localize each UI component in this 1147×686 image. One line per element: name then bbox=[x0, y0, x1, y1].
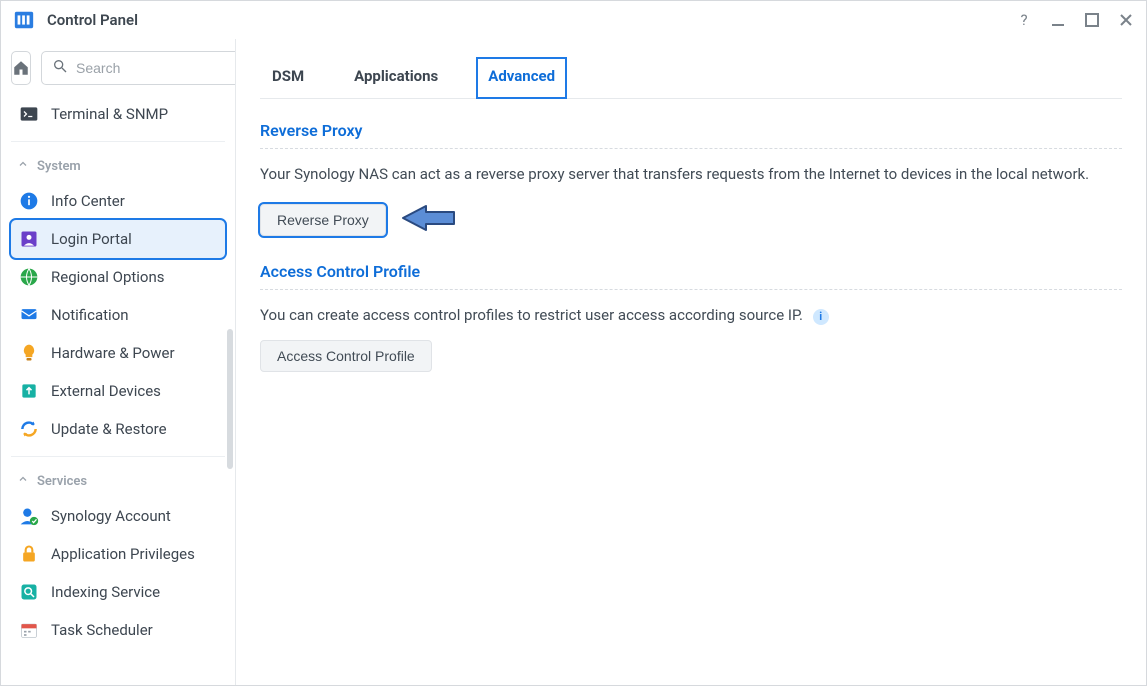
app-icon bbox=[13, 9, 35, 31]
minimize-icon[interactable] bbox=[1050, 12, 1066, 28]
calendar-icon bbox=[19, 620, 39, 640]
sidebar-group-services[interactable]: Services bbox=[11, 465, 225, 497]
section-reverse-proxy: Reverse Proxy Your Synology NAS can act … bbox=[260, 121, 1122, 240]
divider bbox=[11, 456, 225, 457]
titlebar: Control Panel ? bbox=[1, 1, 1146, 39]
sidebar-item-label: Terminal & SNMP bbox=[51, 105, 168, 123]
arrow-annotation-icon bbox=[398, 200, 460, 240]
account-icon bbox=[19, 506, 39, 526]
sidebar-item-label: Update & Restore bbox=[51, 420, 167, 438]
info-icon bbox=[19, 191, 39, 211]
sidebar-item-regional-options[interactable]: Regional Options bbox=[11, 258, 225, 296]
tab-advanced[interactable]: Advanced bbox=[476, 57, 567, 99]
sidebar-item-label: Info Center bbox=[51, 192, 125, 210]
terminal-icon bbox=[19, 104, 39, 124]
sidebar-item-task-scheduler[interactable]: Task Scheduler bbox=[11, 611, 225, 649]
sidebar-item-label: Login Portal bbox=[51, 230, 132, 248]
sidebar-group-system[interactable]: System bbox=[11, 150, 225, 182]
sidebar-item-label: Notification bbox=[51, 306, 129, 324]
bulb-icon bbox=[19, 343, 39, 363]
divider-dashed bbox=[260, 289, 1122, 290]
search-input[interactable] bbox=[76, 60, 236, 76]
sidebar-item-label: Hardware & Power bbox=[51, 344, 175, 362]
chevron-up-icon bbox=[17, 473, 29, 489]
sidebar-item-info-center[interactable]: Info Center bbox=[11, 182, 225, 220]
sidebar-item-label: Regional Options bbox=[51, 268, 165, 286]
info-badge-icon[interactable]: i bbox=[813, 309, 829, 325]
home-button[interactable] bbox=[11, 51, 31, 85]
sidebar-item-application-privileges[interactable]: Application Privileges bbox=[11, 535, 225, 573]
notification-icon bbox=[19, 305, 39, 325]
tab-applications[interactable]: Applications bbox=[342, 57, 450, 99]
reverse-proxy-button[interactable]: Reverse Proxy bbox=[260, 204, 386, 236]
sidebar-item-hardware-power[interactable]: Hardware & Power bbox=[11, 334, 225, 372]
divider bbox=[11, 141, 225, 142]
section-desc: Your Synology NAS can act as a reverse p… bbox=[260, 163, 1122, 186]
globe-icon bbox=[19, 267, 39, 287]
close-icon[interactable] bbox=[1118, 12, 1134, 28]
chevron-up-icon bbox=[17, 158, 29, 174]
refresh-icon bbox=[19, 419, 39, 439]
sidebar-item-indexing-service[interactable]: Indexing Service bbox=[11, 573, 225, 611]
help-icon[interactable]: ? bbox=[1016, 12, 1032, 28]
portal-icon bbox=[19, 229, 39, 249]
sidebar-item-label: Task Scheduler bbox=[51, 621, 153, 639]
sidebar-item-label: Synology Account bbox=[51, 507, 171, 525]
main-content: DSM Applications Advanced Reverse Proxy … bbox=[236, 39, 1146, 685]
devices-icon bbox=[19, 381, 39, 401]
sidebar-item-terminal-snmp[interactable]: Terminal & SNMP bbox=[11, 95, 225, 133]
search-input-wrap[interactable] bbox=[41, 51, 236, 85]
section-title: Access Control Profile bbox=[260, 262, 1122, 281]
index-icon bbox=[19, 582, 39, 602]
divider-dashed bbox=[260, 148, 1122, 149]
sidebar-item-external-devices[interactable]: External Devices bbox=[11, 372, 225, 410]
sidebar-item-label: Indexing Service bbox=[51, 583, 160, 601]
sidebar-item-synology-account[interactable]: Synology Account bbox=[11, 497, 225, 535]
window-title: Control Panel bbox=[47, 11, 138, 29]
sidebar: Terminal & SNMP System Info Center Login… bbox=[1, 39, 236, 685]
access-control-profile-button[interactable]: Access Control Profile bbox=[260, 340, 432, 372]
sidebar-item-label: External Devices bbox=[51, 382, 161, 400]
sidebar-item-update-restore[interactable]: Update & Restore bbox=[11, 410, 225, 448]
lock-icon bbox=[19, 544, 39, 564]
sidebar-item-login-portal[interactable]: Login Portal bbox=[11, 220, 225, 258]
sidebar-group-label: System bbox=[37, 159, 81, 174]
section-desc: You can create access control profiles t… bbox=[260, 304, 1122, 327]
section-title: Reverse Proxy bbox=[260, 121, 1122, 140]
tab-dsm[interactable]: DSM bbox=[260, 57, 316, 99]
sidebar-item-notification[interactable]: Notification bbox=[11, 296, 225, 334]
sidebar-group-label: Services bbox=[37, 474, 87, 489]
scrollbar-thumb[interactable] bbox=[227, 329, 233, 469]
maximize-icon[interactable] bbox=[1084, 12, 1100, 28]
sidebar-item-label: Application Privileges bbox=[51, 545, 195, 563]
search-icon bbox=[52, 58, 68, 78]
section-access-control-profile: Access Control Profile You can create ac… bbox=[260, 262, 1122, 373]
tab-bar: DSM Applications Advanced bbox=[260, 39, 1122, 99]
